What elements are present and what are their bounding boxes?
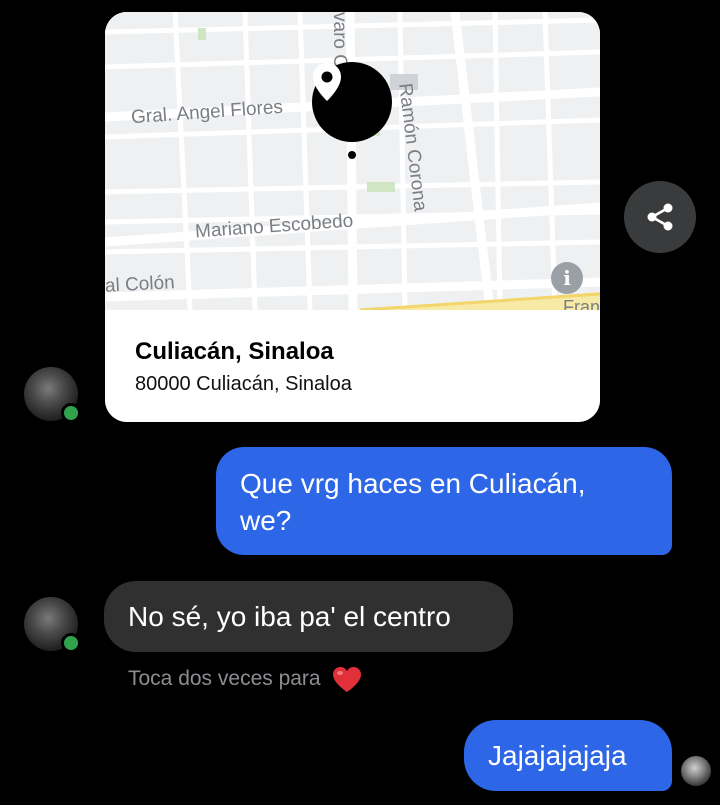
online-status-indicator bbox=[61, 403, 81, 423]
map-street-label: al Colón bbox=[105, 272, 176, 297]
location-details[interactable]: Culiacán, Sinaloa 80000 Culiacán, Sinalo… bbox=[105, 310, 600, 422]
share-icon bbox=[647, 203, 673, 231]
online-status-indicator bbox=[61, 633, 81, 653]
pin-location-dot bbox=[348, 151, 356, 159]
info-icon[interactable]: i bbox=[551, 262, 583, 294]
heart-icon bbox=[333, 667, 362, 692]
reaction-hint-text: Toca dos veces para bbox=[128, 667, 321, 691]
map-pin-icon bbox=[312, 62, 392, 142]
map-street-label: Fran bbox=[563, 297, 600, 310]
message-text: Jajajajajaja bbox=[488, 740, 627, 771]
message-text-line: we? bbox=[240, 505, 292, 536]
map-streets bbox=[105, 12, 600, 310]
message-bubble-outgoing[interactable]: Que vrg haces en Culiacán, we? bbox=[216, 447, 672, 555]
message-bubble-outgoing[interactable]: Jajajajajaja bbox=[464, 720, 672, 791]
message-text-line: Que vrg haces en Culiacán, bbox=[240, 468, 586, 499]
place-address: 80000 Culiacán, Sinaloa bbox=[135, 373, 352, 395]
map-street-label: varo O bbox=[329, 12, 350, 70]
share-button[interactable] bbox=[624, 181, 696, 253]
reaction-hint: Toca dos veces para bbox=[128, 666, 362, 693]
location-card[interactable]: Gral. Angel Flores Mariano Escobedo al C… bbox=[105, 12, 600, 422]
seen-indicator-avatar bbox=[681, 756, 711, 786]
place-name: Culiacán, Sinaloa bbox=[135, 338, 334, 365]
map-preview[interactable]: Gral. Angel Flores Mariano Escobedo al C… bbox=[105, 12, 600, 310]
message-bubble-incoming[interactable]: No sé, yo iba pa' el centro bbox=[104, 581, 513, 652]
info-symbol: i bbox=[563, 266, 571, 290]
message-text: No sé, yo iba pa' el centro bbox=[128, 601, 451, 632]
